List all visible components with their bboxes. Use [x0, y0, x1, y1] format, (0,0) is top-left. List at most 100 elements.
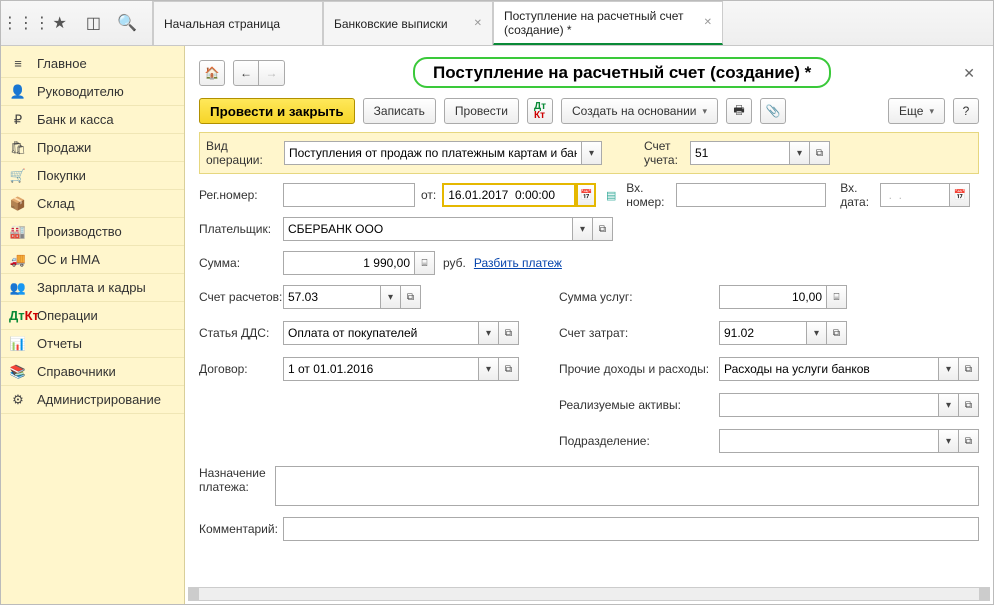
dropdown-icon[interactable]: ▾ [582, 141, 602, 165]
scroll-right-icon[interactable] [979, 588, 989, 600]
comment-input[interactable] [283, 517, 979, 541]
dropdown-icon[interactable]: ▾ [573, 217, 593, 241]
dds-input[interactable] [283, 321, 479, 345]
dropdown-icon[interactable]: ▾ [381, 285, 401, 309]
more-button[interactable]: Еще [888, 98, 945, 124]
dropdown-icon[interactable]: ▾ [790, 141, 810, 165]
contract-input[interactable] [283, 357, 479, 381]
open-icon[interactable]: ⧉ [959, 429, 979, 453]
calendar-icon[interactable]: 📅 [576, 183, 596, 207]
inc-date-input[interactable] [880, 183, 950, 207]
sidebar-item-production[interactable]: 🏭Производство [1, 218, 184, 246]
post-button[interactable]: Провести [444, 98, 519, 124]
horizontal-scrollbar[interactable] [188, 587, 990, 601]
calculator-icon[interactable]: ⌸ [827, 285, 847, 309]
create-based-on-button[interactable]: Создать на основании [561, 98, 718, 124]
open-icon[interactable]: ⧉ [401, 285, 421, 309]
currency-label: руб. [443, 256, 466, 270]
purpose-textarea[interactable] [275, 466, 979, 506]
tab-label: Начальная страница [164, 17, 312, 31]
dropdown-icon[interactable]: ▾ [939, 393, 959, 417]
tab-strip: Начальная страница Банковские выписки ✕ … [153, 1, 993, 45]
star-icon[interactable]: ★ [49, 12, 71, 34]
dtkt-button[interactable]: ДтКт [527, 98, 553, 124]
open-icon[interactable]: ⧉ [959, 357, 979, 381]
post-and-close-button[interactable]: Провести и закрыть [199, 98, 355, 124]
dropdown-icon[interactable]: ▾ [479, 357, 499, 381]
assets-input[interactable] [719, 393, 939, 417]
service-sum-input[interactable] [719, 285, 827, 309]
inc-no-input[interactable] [676, 183, 826, 207]
search-icon[interactable]: 🔍 [116, 12, 138, 34]
apps-icon[interactable]: ⋮⋮⋮ [15, 12, 37, 34]
sidebar-item-hr[interactable]: 👥Зарплата и кадры [1, 274, 184, 302]
cost-acc-label: Счет затрат: [559, 326, 719, 340]
inc-date-label: Вх. дата: [840, 181, 880, 209]
page-title-text: Поступление на расчетный счет (создание)… [413, 57, 831, 88]
open-icon[interactable]: ⧉ [810, 141, 830, 165]
dropdown-icon[interactable]: ▾ [939, 429, 959, 453]
settl-acc-input[interactable] [283, 285, 381, 309]
back-button[interactable]: ← [233, 60, 259, 86]
close-icon[interactable]: ✕ [474, 18, 482, 29]
tab-receipt[interactable]: Поступление на расчетный счет (создание)… [493, 1, 723, 45]
print-button[interactable]: 🖶 [726, 98, 752, 124]
sidebar-item-refs[interactable]: 📚Справочники [1, 358, 184, 386]
other-input[interactable] [719, 357, 939, 381]
calculator-icon[interactable]: ⌸ [415, 251, 435, 275]
scroll-left-icon[interactable] [189, 588, 199, 600]
dropdown-icon[interactable]: ▾ [479, 321, 499, 345]
sidebar-item-main[interactable]: ≡Главное [1, 50, 184, 78]
factory-icon: 🏭 [9, 224, 27, 240]
bag-icon: 🛍 [9, 140, 27, 156]
sidebar-item-label: Главное [37, 56, 176, 71]
dropdown-icon[interactable]: ▾ [939, 357, 959, 381]
payer-label: Плательщик: [199, 222, 283, 236]
sum-input[interactable] [283, 251, 415, 275]
open-icon[interactable]: ⧉ [827, 321, 847, 345]
op-type-input[interactable] [284, 141, 582, 165]
ruble-icon: ₽ [9, 112, 27, 128]
sidebar-item-sales[interactable]: 🛍Продажи [1, 134, 184, 162]
sidebar-item-assets[interactable]: 🚚ОС и НМА [1, 246, 184, 274]
sidebar-item-operations[interactable]: ДтКтОперации [1, 302, 184, 330]
content-panel: 🏠 ← → Поступление на расчетный счет (соз… [185, 46, 993, 604]
clipboard-icon[interactable]: ◫ [82, 12, 104, 34]
open-icon[interactable]: ⧉ [499, 321, 519, 345]
home-button[interactable]: 🏠 [199, 60, 225, 86]
sidebar-item-manager[interactable]: 👤Руководителю [1, 78, 184, 106]
reg-no-input[interactable] [283, 183, 415, 207]
calendar-icon[interactable]: 📅 [950, 183, 970, 207]
tab-bank-statements[interactable]: Банковские выписки ✕ [323, 1, 493, 45]
forward-button[interactable]: → [259, 60, 285, 86]
account-label: Счет учета: [644, 139, 690, 167]
document-toolbar: Провести и закрыть Записать Провести ДтК… [199, 98, 979, 124]
dropdown-icon[interactable]: ▾ [807, 321, 827, 345]
attach-button[interactable]: 📎 [760, 98, 786, 124]
sidebar-item-warehouse[interactable]: 📦Склад [1, 190, 184, 218]
split-payment-link[interactable]: Разбить платеж [474, 256, 562, 270]
cost-acc-input[interactable] [719, 321, 807, 345]
tab-home[interactable]: Начальная страница [153, 1, 323, 45]
sidebar-item-reports[interactable]: 📊Отчеты [1, 330, 184, 358]
panel-close-button[interactable]: ✕ [959, 65, 979, 82]
sidebar-item-purchases[interactable]: 🛒Покупки [1, 162, 184, 190]
comment-label: Комментарий: [199, 522, 283, 536]
help-button[interactable]: ? [953, 98, 979, 124]
sidebar-item-label: Администрирование [37, 392, 176, 407]
write-button[interactable]: Записать [363, 98, 436, 124]
open-icon[interactable]: ⧉ [499, 357, 519, 381]
sidebar: ≡Главное 👤Руководителю ₽Банк и касса 🛍Пр… [1, 46, 185, 604]
reg-no-label: Рег.номер: [199, 188, 283, 202]
close-icon[interactable]: ✕ [704, 17, 712, 28]
contract-label: Договор: [199, 362, 283, 376]
open-icon[interactable]: ⧉ [593, 217, 613, 241]
sidebar-item-bank[interactable]: ₽Банк и касса [1, 106, 184, 134]
dds-label: Статья ДДС: [199, 326, 283, 340]
sidebar-item-admin[interactable]: ⚙Администрирование [1, 386, 184, 414]
open-icon[interactable]: ⧉ [959, 393, 979, 417]
payer-input[interactable] [283, 217, 573, 241]
division-input[interactable] [719, 429, 939, 453]
account-input[interactable] [690, 141, 790, 165]
date-input[interactable] [442, 183, 576, 207]
